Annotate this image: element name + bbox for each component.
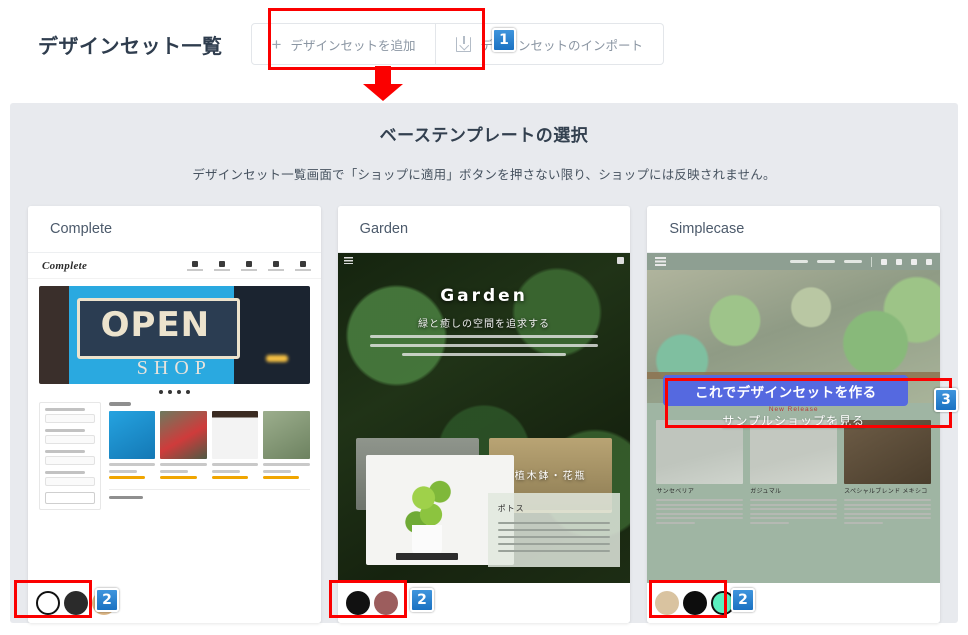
swatch-black[interactable] <box>683 591 707 615</box>
sample-shop-link[interactable]: サンプルショップを見る <box>647 412 940 429</box>
product-title: スペシャルブレンド メキシコ <box>844 488 931 496</box>
preview-nav-icon <box>187 261 203 271</box>
preview-nav-icons <box>187 261 311 271</box>
page-title: デザインセット一覧 <box>38 30 223 59</box>
preview-hero-title: Garden <box>338 286 631 306</box>
preview-pot-image <box>412 525 442 555</box>
annotation-badge-2c: 2 <box>731 588 755 612</box>
preview-sidebar-filters <box>39 402 101 510</box>
preview-product-text: ポトス <box>488 493 620 567</box>
preview-product <box>263 411 309 479</box>
preview-nav-right <box>790 257 932 267</box>
preview-logo: Complete <box>42 260 87 272</box>
shop-logo-icon <box>655 257 666 266</box>
card-title-garden: Garden <box>338 206 631 253</box>
base-template-panel: ベーステンプレートの選択 デザインセット一覧画面で「ショップに適用」ボタンを押さ… <box>10 103 958 623</box>
annotation-badge-1: 1 <box>492 28 516 52</box>
preview-hero-image: OPEN SHOP <box>39 286 310 384</box>
preview-navbar <box>647 253 940 270</box>
preview-product-grid: サンセベリア ガジュマル スペシャルブレンド メキシコ <box>647 416 940 526</box>
preview-hero-subword: SHOP <box>39 357 310 380</box>
hamburger-icon <box>344 257 353 264</box>
preview-complete: Complete OPEN SHOP <box>28 253 321 583</box>
preview-hero-subtitle: 緑と癒しの空間を追求する <box>338 315 631 330</box>
color-swatches-garden[interactable] <box>338 583 631 623</box>
preview-product <box>160 411 206 479</box>
preview-garden: Garden 緑と癒しの空間を追求する 観葉植物 植木鉢・花瓶 <box>338 253 631 583</box>
cart-icon <box>911 259 917 265</box>
product-title: サンセベリア <box>656 488 743 496</box>
swatch-maroon[interactable] <box>374 591 398 615</box>
preview-product: スペシャルブレンド メキシコ <box>844 420 931 526</box>
preview-product: サンセベリア <box>656 420 743 526</box>
add-designset-button[interactable]: + デザインセットを追加 <box>251 23 437 65</box>
preview-navbar <box>338 253 631 268</box>
add-designset-label: デザインセットを追加 <box>290 35 415 54</box>
swatch-black[interactable] <box>346 591 370 615</box>
card-title-complete: Complete <box>28 206 321 253</box>
preview-body <box>28 394 321 510</box>
preview-simplecase: New Release サンプルショップを見る サンセベリア ガジュマル <box>647 253 940 583</box>
swatch-beige[interactable] <box>655 591 679 615</box>
download-box-icon <box>456 37 471 52</box>
template-card-simplecase[interactable]: Simplecase <box>647 206 940 623</box>
template-card-list: Complete Complete OPEN SHOP <box>10 206 958 623</box>
preview-nav-icon <box>268 261 284 271</box>
swatch-white[interactable] <box>36 591 60 615</box>
panel-subtitle: デザインセット一覧画面で「ショップに適用」ボタンを押さない限り、ショップには反映… <box>10 164 958 183</box>
preview-product-grid <box>109 411 310 479</box>
panel-title: ベーステンプレートの選択 <box>10 103 958 146</box>
preview-stand-image <box>396 553 458 560</box>
color-swatches-simplecase[interactable] <box>647 583 940 623</box>
preview-product-title: ポトス <box>498 503 620 514</box>
preview-product <box>109 411 155 479</box>
template-card-garden[interactable]: Garden Garden 緑と癒しの空間を追求する 観葉植物 <box>338 206 631 623</box>
preview-nav-icon <box>241 261 257 271</box>
color-swatches-complete[interactable] <box>28 583 321 623</box>
template-card-complete[interactable]: Complete Complete OPEN SHOP <box>28 206 321 623</box>
cart-icon <box>617 257 624 264</box>
preview-navbar: Complete <box>28 253 321 279</box>
preview-product-area <box>109 402 310 510</box>
category-label: 植木鉢・花瓶 <box>515 467 587 482</box>
preview-garden-bg: Garden 緑と癒しの空間を追求する 観葉植物 植木鉢・花瓶 <box>338 253 631 583</box>
preview-nav-icon <box>295 261 311 271</box>
member-icon <box>881 259 887 265</box>
card-title-simplecase: Simplecase <box>647 206 940 253</box>
search-icon <box>926 259 932 265</box>
preview-product: ガジュマル <box>750 420 837 526</box>
create-designset-button[interactable]: これでデザインセットを作る <box>663 375 908 406</box>
preview-hero-word: OPEN <box>77 298 234 353</box>
preview-simplecase-bg: New Release サンプルショップを見る サンセベリア ガジュマル <box>647 253 940 583</box>
page-header: デザインセット一覧 + デザインセットを追加 デザインセットのインポート <box>0 0 968 88</box>
annotation-badge-3: 3 <box>934 388 958 412</box>
annotation-badge-2a: 2 <box>95 588 119 612</box>
login-icon <box>896 259 902 265</box>
plus-icon: + <box>272 36 282 53</box>
preview-product <box>212 411 258 479</box>
swatch-black[interactable] <box>64 591 88 615</box>
annotation-badge-2b: 2 <box>410 588 434 612</box>
preview-hero-paragraph <box>370 335 599 362</box>
annotation-arrow-down <box>362 66 404 102</box>
preview-nav-icon <box>214 261 230 271</box>
import-designset-button[interactable]: デザインセットのインポート <box>436 23 664 65</box>
product-title: ガジュマル <box>750 488 837 496</box>
header-button-group: + デザインセットを追加 デザインセットのインポート <box>251 23 664 65</box>
